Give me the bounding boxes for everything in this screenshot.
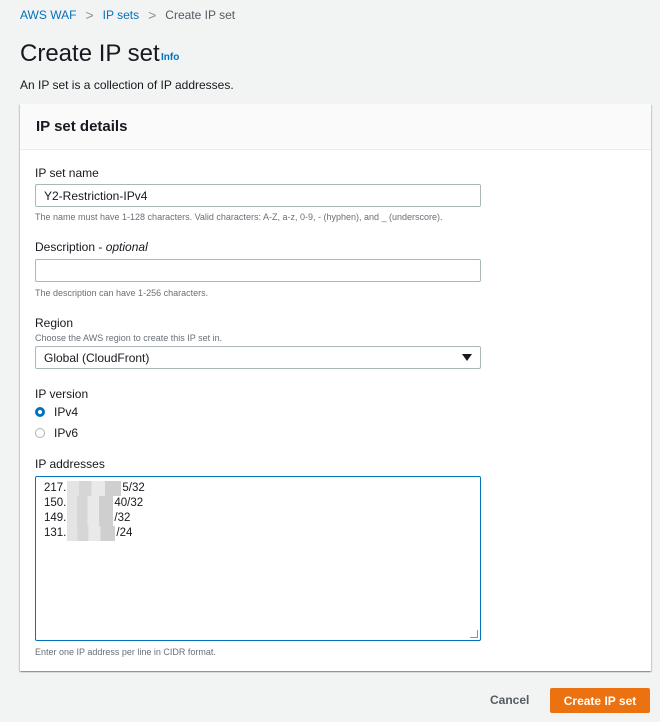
radio-unchecked-icon [35,428,45,438]
ip-line: 217. 5/32 [44,481,472,496]
ip-line: 149. /32 [44,511,472,526]
ip-set-name-input[interactable] [35,184,481,207]
redacted-block [67,511,114,526]
radio-ipv4-label: IPv4 [54,405,79,419]
region-label: Region [35,316,74,330]
redacted-block [67,526,116,541]
description-label: Description - optional [35,240,148,254]
ip-suffix: 40/32 [114,497,144,509]
redacted-block [67,481,122,496]
resize-handle-icon[interactable] [470,630,478,638]
redacted-block [67,496,114,511]
ip-addresses-textarea[interactable]: 217. 5/32 150. 40/32 149. /32 131. /24 [35,476,481,641]
region-select[interactable]: Global (CloudFront) [35,346,481,369]
page-title: Create IP set [20,40,160,67]
cancel-button[interactable]: Cancel [490,693,529,707]
radio-checked-icon [35,407,45,417]
chevron-right-icon: > [148,7,157,23]
page-description: An IP set is a collection of IP addresse… [20,78,234,92]
ip-addresses-label: IP addresses [35,457,105,471]
create-ip-set-button[interactable]: Create IP set [550,688,650,713]
breadcrumb-link-ip-sets[interactable]: IP sets [103,8,139,22]
description-input[interactable] [35,259,481,282]
ip-prefix: 150. [44,497,67,509]
description-label-text: Description [35,240,96,254]
radio-ipv4[interactable]: IPv4 [35,405,78,419]
breadcrumb: AWS WAF > IP sets > Create IP set [20,7,235,23]
ip-set-name-hint: The name must have 1-128 characters. Val… [35,212,443,222]
breadcrumb-current: Create IP set [165,8,236,22]
ip-addresses-hint: Enter one IP address per line in CIDR fo… [35,647,216,657]
ip-set-details-panel: IP set details IP set name The name must… [20,104,651,671]
radio-ipv6-label: IPv6 [54,426,79,440]
caret-down-icon [462,354,472,361]
description-hint: The description can have 1-256 character… [35,288,209,298]
description-label-dash: - [95,240,106,254]
ip-prefix: 149. [44,512,67,524]
panel-title: IP set details [36,118,128,135]
breadcrumb-link-aws-waf[interactable]: AWS WAF [20,8,76,22]
ip-suffix: /24 [116,527,133,539]
region-hint: Choose the AWS region to create this IP … [35,333,223,343]
optional-tag: optional [105,240,148,254]
ip-suffix: /32 [114,512,131,524]
ip-prefix: 217. [44,482,67,494]
chevron-right-icon: > [85,7,94,23]
ip-version-label: IP version [35,387,89,401]
region-selected-value: Global (CloudFront) [44,350,150,365]
ip-set-name-label: IP set name [35,166,99,180]
ip-line: 150. 40/32 [44,496,472,511]
ip-suffix: 5/32 [122,482,145,494]
ip-line: 131. /24 [44,526,472,541]
panel-header: IP set details [20,104,651,150]
ip-prefix: 131. [44,527,67,539]
radio-ipv6[interactable]: IPv6 [35,426,78,440]
info-link[interactable]: Info [161,52,179,63]
